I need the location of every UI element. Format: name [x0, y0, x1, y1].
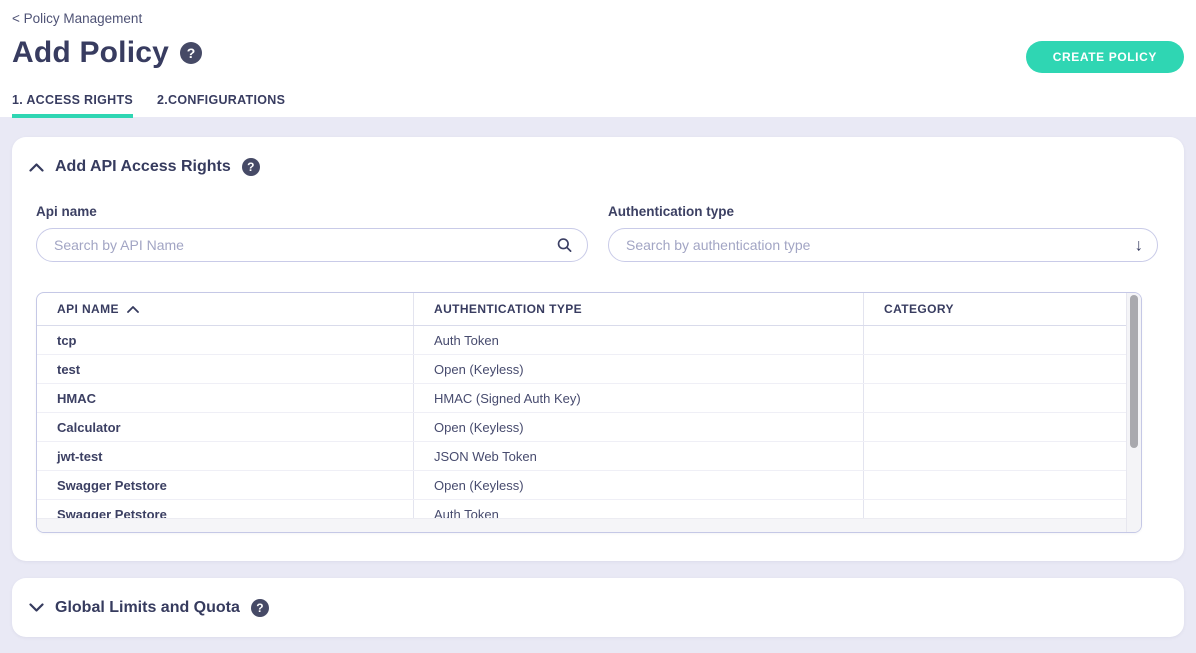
global-limits-section-toggle[interactable]: Global Limits and Quota ?	[29, 578, 269, 637]
page-title: Add Policy	[12, 36, 169, 70]
table-row[interactable]: test Open (Keyless)	[37, 355, 1141, 384]
help-icon[interactable]: ?	[180, 42, 202, 64]
global-limits-card: Global Limits and Quota ?	[12, 578, 1184, 637]
api-name-search-input[interactable]	[36, 228, 588, 262]
title-row: Add Policy ?	[12, 36, 202, 70]
api-name-search-wrap	[36, 228, 588, 262]
table-row[interactable]: tcp Auth Token	[37, 326, 1141, 355]
section-title: Add API Access Rights	[55, 158, 231, 176]
sort-asc-icon[interactable]	[127, 306, 139, 313]
vertical-scrollbar[interactable]	[1126, 293, 1141, 532]
table-row[interactable]: HMAC HMAC (Signed Auth Key)	[37, 384, 1141, 413]
tab-access-rights[interactable]: 1. ACCESS RIGHTS	[12, 93, 133, 118]
horizontal-scrollbar[interactable]	[37, 518, 1126, 532]
tab-configurations[interactable]: 2.CONFIGURATIONS	[157, 93, 285, 118]
help-icon[interactable]: ?	[251, 599, 269, 617]
search-icon[interactable]	[556, 237, 573, 254]
access-rights-card: Add API Access Rights ? Api name Authent…	[12, 137, 1184, 561]
breadcrumb[interactable]: < Policy Management	[12, 11, 142, 26]
auth-type-search-wrap: ↓	[608, 228, 1158, 262]
chevron-up-icon	[29, 163, 44, 172]
create-policy-button[interactable]: CREATE POLICY	[1026, 41, 1184, 73]
tab-bar: 1. ACCESS RIGHTS 2.CONFIGURATIONS	[12, 93, 285, 118]
column-header-auth-type[interactable]: AUTHENTICATION TYPE	[413, 293, 863, 325]
table-row[interactable]: Swagger Petstore Open (Keyless)	[37, 471, 1141, 500]
access-rights-section-toggle[interactable]: Add API Access Rights ?	[29, 158, 260, 176]
table-row[interactable]: jwt-test JSON Web Token	[37, 442, 1141, 471]
api-table-header: API NAME AUTHENTICATION TYPE CATEGORY	[37, 293, 1141, 326]
table-row[interactable]: Calculator Open (Keyless)	[37, 413, 1141, 442]
scrollbar-thumb[interactable]	[1130, 295, 1138, 448]
column-header-category[interactable]: CATEGORY	[863, 293, 1127, 325]
section-title: Global Limits and Quota	[55, 599, 240, 617]
chevron-down-icon	[29, 603, 44, 612]
column-header-api-name[interactable]: API NAME	[37, 293, 413, 325]
help-icon[interactable]: ?	[242, 158, 260, 176]
arrow-down-icon[interactable]: ↓	[1135, 237, 1144, 254]
api-name-label: Api name	[36, 204, 97, 219]
auth-type-label: Authentication type	[608, 204, 734, 219]
api-table: API NAME AUTHENTICATION TYPE CATEGORY tc…	[36, 292, 1142, 533]
auth-type-search-input[interactable]	[608, 228, 1158, 262]
